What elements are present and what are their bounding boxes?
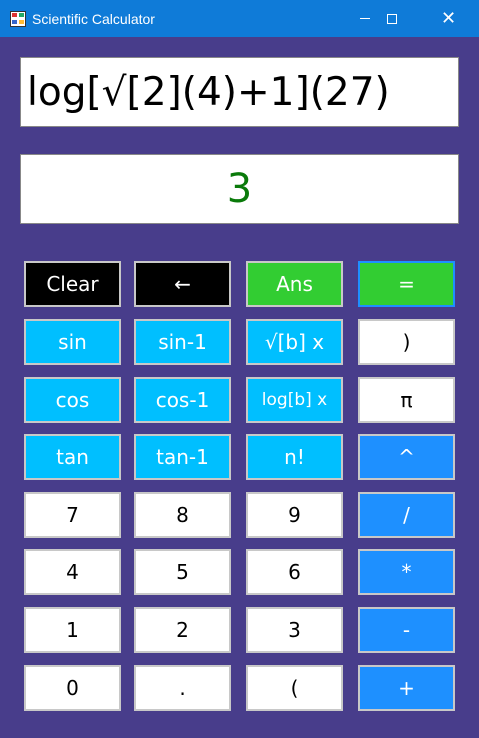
atan-button[interactable]: tan-1 xyxy=(134,434,231,480)
digit-7-button[interactable]: 7 xyxy=(24,492,121,538)
maximize-icon xyxy=(386,13,397,24)
ans-button[interactable]: Ans xyxy=(246,261,343,307)
backspace-button[interactable]: ← xyxy=(134,261,231,307)
cos-button[interactable]: cos xyxy=(24,377,121,423)
acos-button[interactable]: cos-1 xyxy=(134,377,231,423)
multiply-button[interactable]: * xyxy=(358,549,455,595)
pi-button[interactable]: π xyxy=(358,377,455,423)
maximize-button[interactable] xyxy=(363,0,420,37)
power-button[interactable]: ^ xyxy=(358,434,455,480)
sin-button[interactable]: sin xyxy=(24,319,121,365)
expression-display[interactable]: log[√[2](4)+1](27) xyxy=(20,57,459,127)
divide-button[interactable]: / xyxy=(358,492,455,538)
window-title: Scientific Calculator xyxy=(32,10,155,27)
clear-button[interactable]: Clear xyxy=(24,261,121,307)
log-base-button[interactable]: log[b] x xyxy=(246,377,343,423)
equals-button[interactable]: = xyxy=(358,261,455,307)
tan-button[interactable]: tan xyxy=(24,434,121,480)
close-icon: ✕ xyxy=(440,8,457,29)
digit-0-button[interactable]: 0 xyxy=(24,665,121,711)
digit-2-button[interactable]: 2 xyxy=(134,607,231,653)
digit-9-button[interactable]: 9 xyxy=(246,492,343,538)
digit-8-button[interactable]: 8 xyxy=(134,492,231,538)
title-bar: Scientific Calculator ✕ xyxy=(0,0,479,37)
close-paren-button[interactable]: ) xyxy=(358,319,455,365)
calculator-app-icon xyxy=(10,10,26,27)
root-button[interactable]: √[b] x xyxy=(246,319,343,365)
plus-button[interactable]: + xyxy=(358,665,455,711)
result-display: 3 xyxy=(20,154,459,224)
digit-6-button[interactable]: 6 xyxy=(246,549,343,595)
digit-5-button[interactable]: 5 xyxy=(134,549,231,595)
minus-button[interactable]: - xyxy=(358,607,455,653)
digit-4-button[interactable]: 4 xyxy=(24,549,121,595)
factorial-button[interactable]: n! xyxy=(246,434,343,480)
digit-1-button[interactable]: 1 xyxy=(24,607,121,653)
asin-button[interactable]: sin-1 xyxy=(134,319,231,365)
close-button[interactable]: ✕ xyxy=(420,0,477,37)
decimal-point-button[interactable]: . xyxy=(134,665,231,711)
open-paren-button[interactable]: ( xyxy=(246,665,343,711)
digit-3-button[interactable]: 3 xyxy=(246,607,343,653)
